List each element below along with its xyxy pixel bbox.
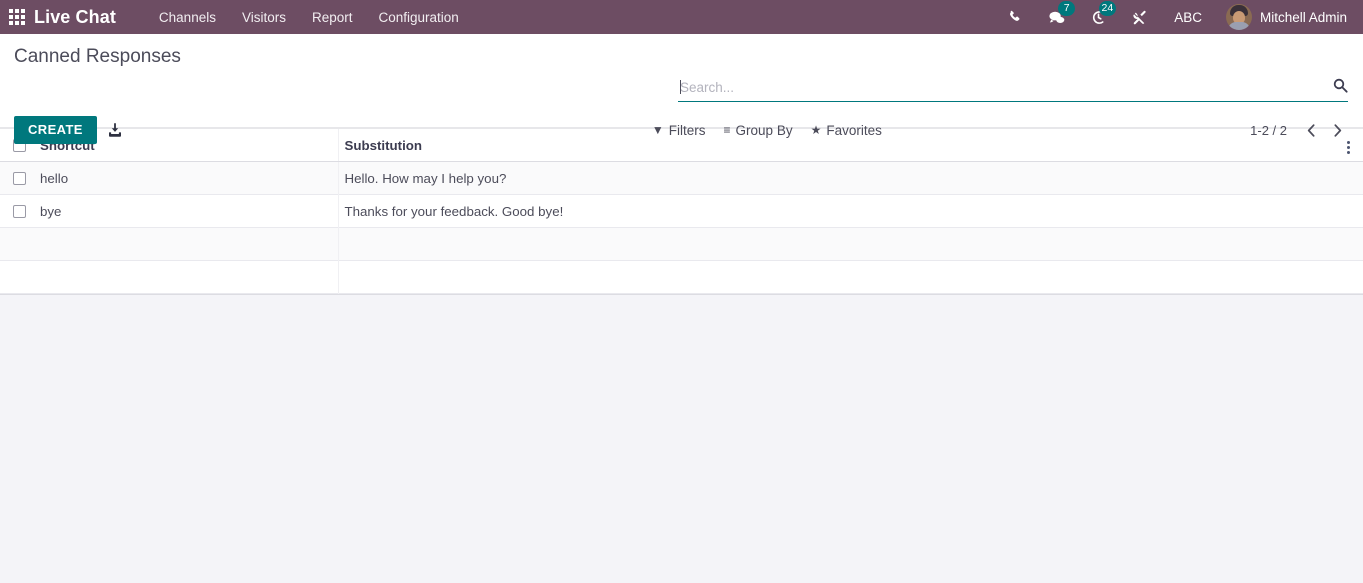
filters-dropdown[interactable]: ▼ Filters [652,123,706,138]
control-panel-top-row: Canned Responses [0,34,1363,69]
row-checkbox[interactable] [13,205,26,219]
favorites-dropdown[interactable]: ★ Favorites [811,123,882,138]
import-download-icon[interactable] [107,122,123,138]
filter-funnel-icon: ▼ [651,123,664,137]
user-menu[interactable]: Mitchell Admin [1216,0,1353,34]
search-area [678,78,1348,102]
page-background [0,295,1363,580]
group-by-dropdown[interactable]: ≡ Group By [724,123,793,138]
activities-clock-icon[interactable]: 24 [1078,0,1119,34]
favorites-label: Favorites [826,122,882,138]
developer-tools-icon[interactable] [1119,0,1160,34]
filters-label: Filters [668,122,706,138]
pager-next-button[interactable] [1325,118,1349,142]
language-abc-label[interactable]: ABC [1160,2,1216,33]
apps-grid-icon[interactable] [6,6,28,28]
cell-shortcut: bye [40,203,62,219]
control-panel: Canned Responses CREATE [0,34,1363,144]
cell-substitution: Hello. How may I help you? [337,161,1333,195]
action-buttons: CREATE [14,116,123,144]
cell-shortcut: hello [40,170,69,186]
top-navbar: Live Chat Channels Visitors Report Confi… [0,0,1363,34]
row-select-cell [0,162,38,195]
messages-count-badge: 7 [1058,1,1076,16]
list-view: Shortcut Substitution hello Hello. How m… [0,128,1363,295]
search-options-group: ▼ Filters ≡ Group By ★ Favorites [652,123,882,138]
canned-responses-table: Shortcut Substitution hello Hello. How m… [0,128,1363,294]
menu-item-visitors[interactable]: Visitors [229,2,299,33]
control-panel-bottom-row: CREATE ▼ Filters ≡ Group By ★ Favorites [0,116,1363,144]
table-filler-row [0,227,1363,261]
pager-previous-button[interactable] [1299,118,1323,142]
star-icon: ★ [810,123,822,137]
cell-spacer [1333,195,1363,228]
app-brand-live-chat[interactable]: Live Chat [34,7,116,28]
menu-item-configuration[interactable]: Configuration [366,2,472,33]
user-avatar [1225,4,1252,30]
menu-item-channels[interactable]: Channels [146,2,229,33]
table-row[interactable]: hello Hello. How may I help you? [0,161,1363,195]
main-menu: Channels Visitors Report Configuration [146,2,472,33]
user-name-label: Mitchell Admin [1259,9,1347,25]
systray: 7 24 ABC Mitchell Admin [995,0,1353,34]
table-body: hello Hello. How may I help you? bye Tha… [0,161,1363,294]
search-wrap[interactable] [678,78,1348,102]
group-by-label: Group By [735,122,793,138]
menu-item-report[interactable]: Report [299,2,366,33]
row-checkbox[interactable] [13,172,26,186]
phone-icon[interactable] [995,0,1035,34]
search-input[interactable] [678,78,1327,98]
search-text-caret [680,80,681,94]
table-row[interactable]: bye Thanks for your feedback. Good bye! [0,194,1363,228]
group-lines-icon: ≡ [723,123,731,137]
messages-icon[interactable]: 7 [1035,0,1078,34]
create-button[interactable]: CREATE [14,116,97,144]
cell-spacer [1333,162,1363,195]
pager: 1-2 / 2 [1250,118,1349,142]
pager-count-label: 1-2 / 2 [1250,122,1287,138]
search-magnifier-icon[interactable] [1327,78,1348,98]
breadcrumb: Canned Responses [0,45,181,69]
page-title: Canned Responses [14,46,181,67]
table-filler-row [0,260,1363,294]
row-select-cell [0,195,38,228]
activities-count-badge: 24 [1098,1,1117,16]
cell-substitution: Thanks for your feedback. Good bye! [337,194,1333,228]
